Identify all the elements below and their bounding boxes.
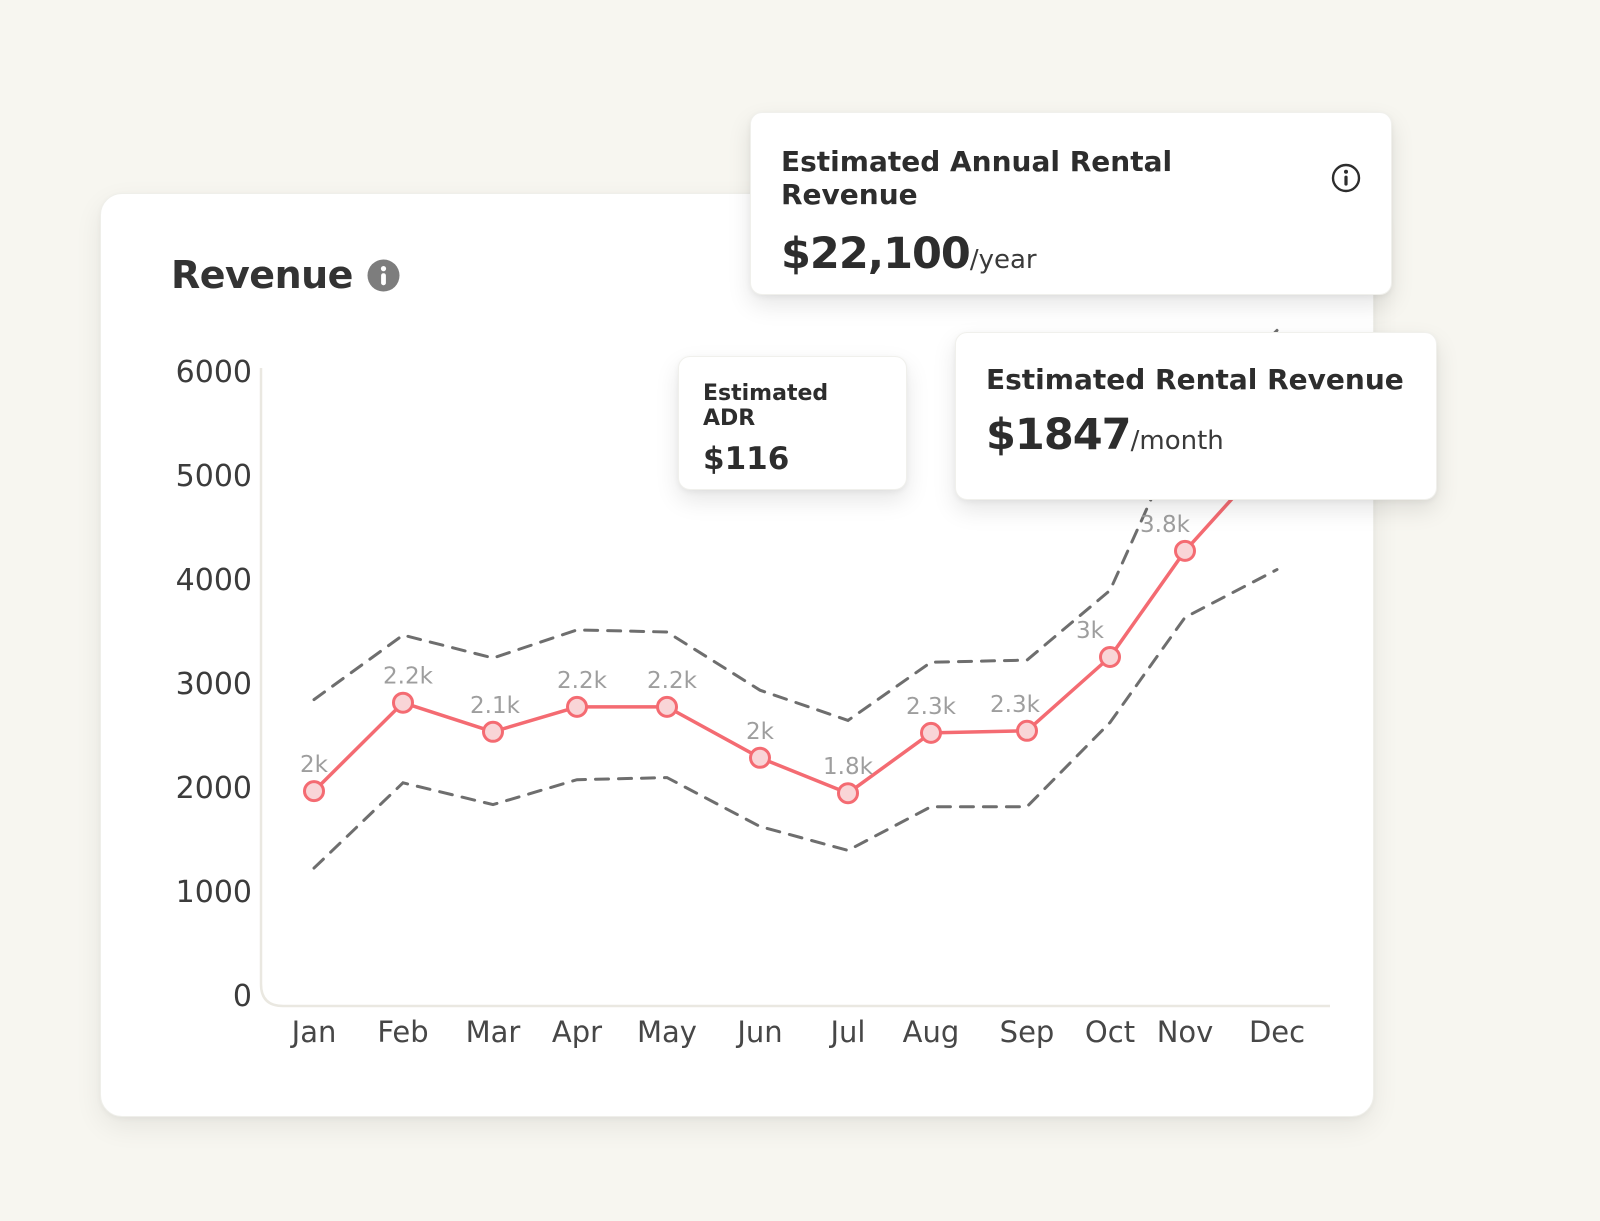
annual-revenue-card: Estimated Annual Rental Revenue $22,100 …: [750, 112, 1392, 295]
monthly-revenue-value-row: $1847 /month: [986, 410, 1406, 460]
annual-revenue-value: $22,100: [781, 229, 970, 279]
annual-revenue-unit: /year: [970, 245, 1037, 275]
panel-title: Revenue: [171, 253, 353, 297]
annual-revenue-title-text: Estimated Annual Rental Revenue: [781, 145, 1317, 211]
info-icon-filled[interactable]: [367, 259, 400, 292]
adr-value-row: $116: [703, 441, 882, 477]
annual-revenue-card-title: Estimated Annual Rental Revenue: [781, 145, 1361, 211]
monthly-revenue-card: Estimated Rental Revenue $1847 /month: [955, 332, 1437, 500]
adr-card: Estimated ADR $116: [678, 356, 907, 490]
page-background: Revenue 6000500040003000200010000JanFebM…: [0, 0, 1600, 1221]
info-icon-outline[interactable]: [1331, 163, 1361, 193]
annual-revenue-value-row: $22,100 /year: [781, 229, 1361, 279]
monthly-revenue-value: $1847: [986, 410, 1131, 460]
panel-title-row: Revenue: [171, 253, 400, 297]
adr-card-title: Estimated ADR: [703, 381, 882, 431]
monthly-revenue-card-title: Estimated Rental Revenue: [986, 363, 1406, 396]
adr-value: $116: [703, 441, 789, 477]
monthly-revenue-unit: /month: [1131, 426, 1224, 456]
